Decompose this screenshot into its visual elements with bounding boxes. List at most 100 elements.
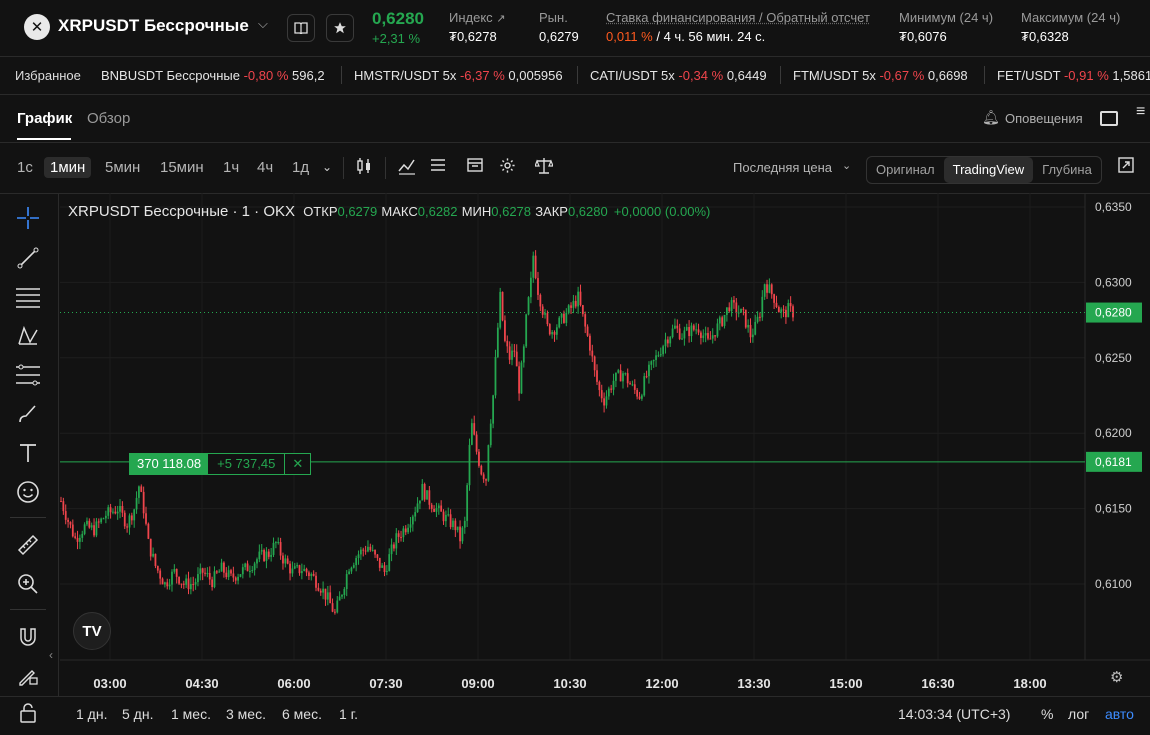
more-menu-icon[interactable]: ≡ [1136,104,1145,120]
candle-body [416,503,419,513]
chart-legend: XRPUSDT Бессрочные · 1 · OKX ОТКР0,6279 … [68,203,710,220]
range-5d[interactable]: 5 дн. [122,706,153,722]
percent-toggle[interactable]: % [1041,706,1053,722]
candle-body [584,314,587,327]
interval-15m[interactable]: 15мин [160,159,204,176]
candle-body [230,570,232,574]
candle-body [678,328,681,340]
candle-body [308,572,310,577]
legend-symbol: XRPUSDT Бессрочные · 1 · OKX [68,203,296,220]
candle-body [67,519,69,522]
candle-body [114,511,117,514]
ticker-divider [341,66,342,84]
range-3m[interactable]: 3 мес. [226,706,266,722]
candles-icon[interactable] [356,157,372,180]
candle-body [272,542,275,555]
replay-icon[interactable] [467,157,483,178]
interval-4h[interactable]: 4ч [257,159,273,176]
candle-body [466,485,469,521]
favorite-star-icon[interactable] [326,14,354,42]
favorites-label[interactable]: Избранное [15,68,81,83]
auto-toggle[interactable]: авто [1105,706,1134,722]
price-type-select[interactable]: Последняя цена [733,160,832,175]
view-tradingview[interactable]: TradingView [943,157,1034,183]
candle-body [81,533,84,538]
view-original[interactable]: Оригинал [867,157,944,183]
candle-body [770,284,773,295]
interval-5m[interactable]: 5мин [105,159,140,176]
candle-body [704,333,707,336]
candle-body [362,549,365,551]
candle-body [520,362,523,394]
range-1d[interactable]: 1 дн. [76,706,107,722]
candle-body [286,558,289,564]
interval-1h[interactable]: 1ч [223,159,239,176]
ticker-item[interactable]: FET/USDT -0,91 % 1,5861 [997,68,1150,83]
candle-body [204,572,206,574]
y-tick-label: 0,6200 [1095,426,1132,440]
candle-body [100,518,103,523]
pair-title[interactable]: XRPUSDT Бессрочные [58,16,249,36]
ticker-item[interactable]: HMSTR/USDT 5x -6,37 % 0,005956 [354,68,563,83]
settings-gear-icon[interactable] [499,157,516,179]
ticker-item[interactable]: BNBUSDT Бессрочные -0,80 % 596,2 [101,68,325,83]
candle-body [187,578,190,590]
chevron-down-icon[interactable]: ⌄ [842,159,851,172]
stat-funding-label[interactable]: Ставка финансирования / Обратный отсчет [606,10,870,25]
ticker-item[interactable]: FTM/USDT 5x -0,67 % 0,6698 [793,68,968,83]
candle-body [511,350,513,360]
interval-1d[interactable]: 1д [292,159,309,176]
close-position-icon[interactable]: ✕ [285,454,311,474]
price-chart[interactable]: 0,6350 0,6300 0,6250 0,6200 0,6150 0,6100 03:0… [0,193,1150,696]
candle-body [246,563,249,572]
external-link-icon[interactable]: ↗ [496,13,505,25]
candle-body [367,546,369,552]
bell-icon[interactable]: 🔔︎ [982,109,1000,126]
candle-body [636,389,639,397]
interval-1s[interactable]: 1с [17,159,33,176]
candle-body [277,542,280,544]
range-1y[interactable]: 1 г. [339,706,358,722]
alerts-button[interactable]: Оповещения [1005,111,1083,126]
candle-body [579,291,582,306]
candle-body [671,328,674,338]
candle-body [329,592,332,604]
scale-balance-icon[interactable] [534,157,554,179]
candle-body [267,551,270,557]
candle-body [185,578,188,585]
ticker-divider [577,66,578,84]
tab-chart[interactable]: График [17,110,72,127]
book-icon[interactable] [287,14,315,42]
chevron-down-icon[interactable]: ⌵ [258,16,268,32]
legend-high: 0,6282 [417,204,458,219]
tradingview-logo-icon[interactable]: TV [73,612,111,650]
fullscreen-icon[interactable] [1118,157,1134,178]
candle-body [263,550,265,561]
candle-body [175,568,178,577]
view-depth[interactable]: Глубина [1033,157,1101,183]
window-icon[interactable] [1100,111,1118,126]
candle-body [374,550,376,555]
candle-body [605,396,608,406]
candle-body [156,565,159,571]
candle-body [348,571,350,575]
list-settings-icon[interactable] [430,157,446,178]
range-1m[interactable]: 1 мес. [171,706,211,722]
tab-overview[interactable]: Обзор [87,110,130,127]
candle-body [468,444,471,486]
candle-body [659,354,662,356]
candle-body [728,307,731,312]
candle-body [756,316,759,322]
funding-rate: 0,011 % [606,29,653,44]
axis-settings-icon[interactable]: ⚙ [1110,668,1123,686]
x-tick-label: 06:00 [277,676,310,691]
range-6m[interactable]: 6 мес. [282,706,322,722]
ticker-item[interactable]: CATI/USDT 5x -0,34 % 0,6449 [590,68,767,83]
interval-dropdown-icon[interactable]: ⌄ [322,160,332,174]
indicators-icon[interactable] [398,157,416,180]
clock[interactable]: 14:03:34 (UTC+3) [898,706,1010,722]
interval-1m[interactable]: 1мин [44,157,92,178]
candle-body [83,524,86,534]
log-toggle[interactable]: лог [1068,706,1089,722]
position-label[interactable]: 370 118.08 +5 737,45 ✕ [129,453,312,475]
